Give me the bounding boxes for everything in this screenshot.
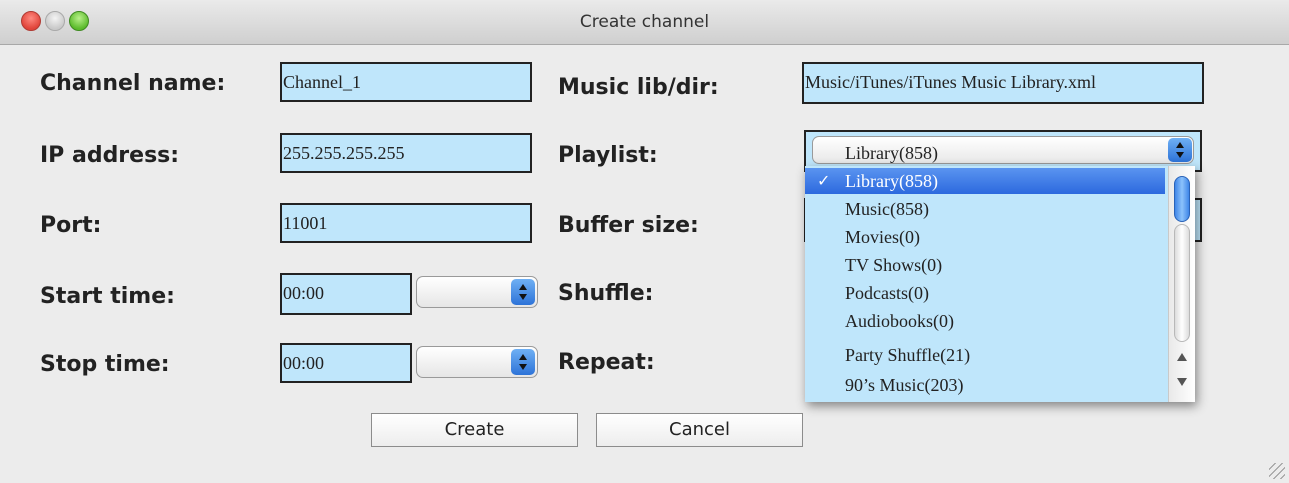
playlist-option[interactable]: Music(858) [805, 196, 1165, 222]
checkmark-icon: ✓ [817, 171, 831, 190]
window-title: Create channel [579, 12, 710, 32]
start-time-stepper-icon[interactable] [511, 279, 535, 305]
channel-name-label: Channel name: [40, 71, 226, 96]
playlist-combo-inner: Library(858) [812, 136, 1194, 164]
playlist-option[interactable]: Audiobooks(0) [805, 308, 1165, 334]
playlist-option-label: Podcasts(0) [845, 283, 929, 303]
scrollbar-thumb[interactable] [1174, 176, 1190, 222]
playlist-option[interactable]: TV Shows(0) [805, 252, 1165, 278]
playlist-option[interactable]: Party Shuffle(21) [805, 342, 1165, 368]
playlist-label: Playlist: [558, 143, 658, 168]
buffer-size-label: Buffer size: [558, 213, 699, 238]
start-time-label: Start time: [40, 284, 175, 309]
cancel-button[interactable]: Cancel [596, 413, 803, 447]
ip-address-label: IP address: [40, 143, 180, 168]
playlist-selected-value: Library(858) [845, 143, 938, 163]
port-field[interactable]: 11001 [280, 203, 532, 243]
port-label: Port: [40, 213, 102, 238]
playlist-option-label: Movies(0) [845, 227, 920, 247]
playlist-option-label: Library(858) [845, 171, 938, 191]
playlist-option[interactable]: ✓ Library(858) [805, 168, 1165, 194]
playlist-option-label: TV Shows(0) [845, 255, 943, 275]
repeat-label: Repeat: [558, 350, 655, 375]
playlist-option-label: 90’s Music(203) [845, 375, 964, 395]
playlist-option[interactable]: Movies(0) [805, 224, 1165, 250]
start-time-spinner[interactable] [416, 276, 538, 308]
playlist-dropdown-menu: ✓ Library(858) Music(858) Movies(0) TV S… [805, 166, 1195, 402]
ip-address-field[interactable]: 255.255.255.255 [280, 133, 532, 173]
playlist-option[interactable]: 90’s Music(203) [805, 372, 1165, 398]
resize-grip-icon[interactable] [1269, 463, 1285, 479]
create-button[interactable]: Create [371, 413, 578, 447]
playlist-option-label: Music(858) [845, 199, 929, 219]
playlist-scrollbar[interactable] [1168, 166, 1195, 402]
start-time-field[interactable]: 00:00 [280, 273, 412, 315]
music-lib-label: Music lib/dir: [558, 75, 719, 100]
create-channel-window: Create channel Channel name: Channel_1 I… [0, 0, 1289, 483]
title-bar: Create channel [0, 0, 1289, 45]
scrollbar-track[interactable] [1174, 224, 1190, 342]
playlist-option[interactable]: Podcasts(0) [805, 280, 1165, 306]
playlist-dropdown-arrow-icon[interactable] [1168, 138, 1192, 162]
stop-time-spinner[interactable] [416, 346, 538, 378]
scroll-down-arrow-icon[interactable] [1177, 378, 1187, 386]
playlist-option-label: Party Shuffle(21) [845, 345, 971, 365]
stop-time-stepper-icon[interactable] [511, 349, 535, 375]
scroll-up-arrow-icon[interactable] [1177, 353, 1187, 361]
stop-time-field[interactable]: 00:00 [280, 343, 412, 383]
music-lib-field[interactable]: Music/iTunes/iTunes Music Library.xml [802, 62, 1204, 104]
shuffle-label: Shuffle: [558, 281, 654, 306]
stop-time-label: Stop time: [40, 352, 170, 377]
channel-name-field[interactable]: Channel_1 [280, 62, 532, 102]
playlist-option-label: Audiobooks(0) [845, 311, 954, 331]
